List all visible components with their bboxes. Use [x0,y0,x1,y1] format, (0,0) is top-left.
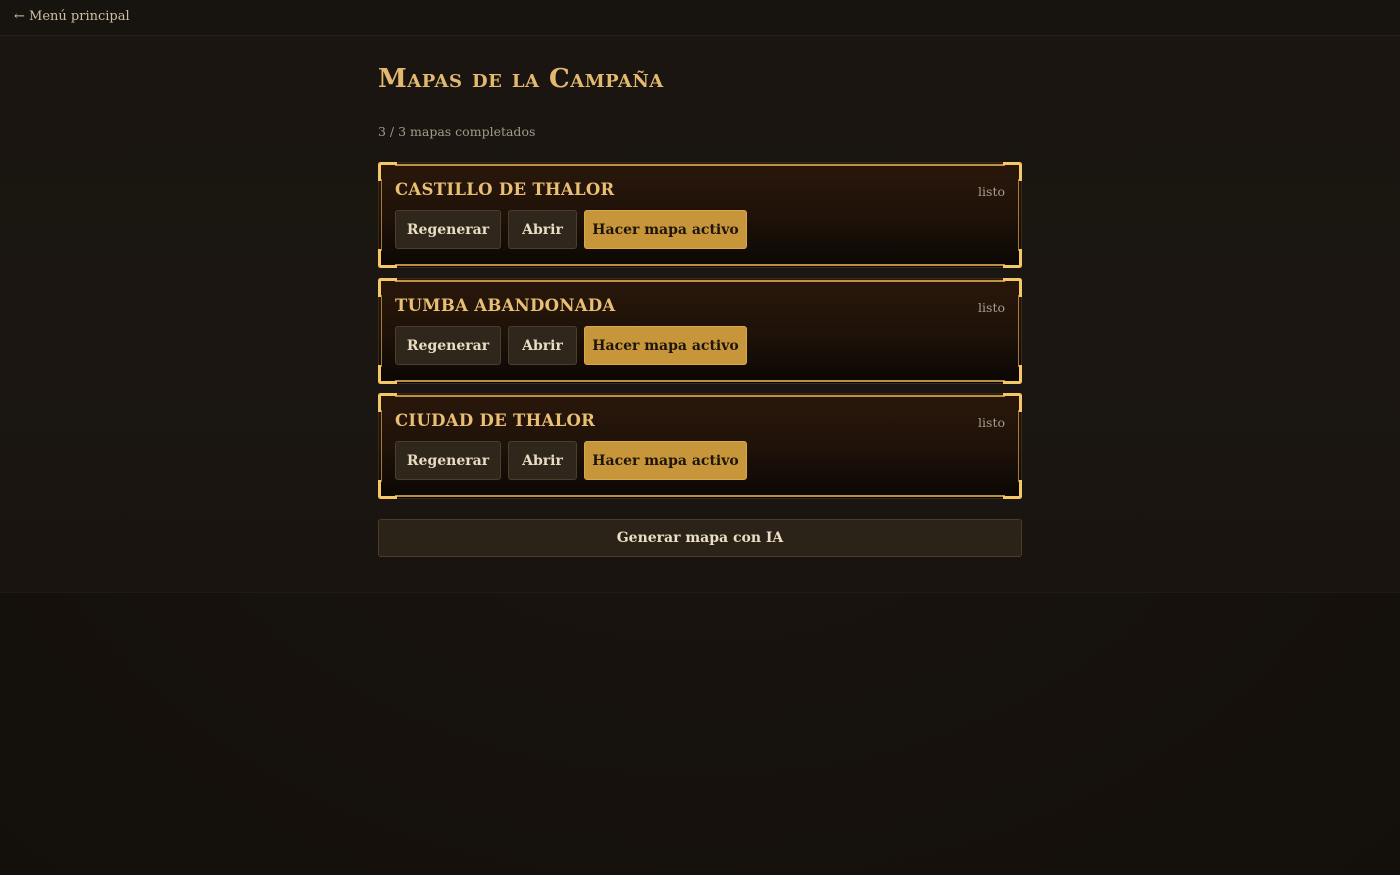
card-frame-right [1018,295,1019,367]
corner-ornament [378,162,397,181]
card-frame-bottom [395,380,1005,382]
open-button[interactable]: Abrir [508,441,577,480]
make-active-map-button[interactable]: Hacer mapa activo [584,441,747,480]
generate-map-with-ai-button[interactable]: Generar mapa con IA [378,519,1022,557]
corner-ornament [1003,162,1022,181]
corner-ornament [378,365,397,384]
card-frame-top [395,395,1005,397]
open-button[interactable]: Abrir [508,326,577,365]
main-panel: Mapas de la Campaña 3 / 3 mapas completa… [0,36,1400,593]
card-frame-bottom [395,264,1005,266]
card-frame-right [1018,410,1019,482]
map-name: TUMBA ABANDONADA [395,296,616,315]
card-frame-left [381,179,382,251]
map-status: listo [978,300,1005,315]
top-bar: ← Menú principal [0,0,1400,36]
corner-ornament [1003,393,1022,412]
corner-ornament [1003,278,1022,297]
map-card: TUMBA ABANDONADA listo Regenerar Abrir H… [378,278,1022,384]
page-title: Mapas de la Campaña [378,64,664,94]
card-frame-top [395,164,1005,166]
map-name: CASTILLO DE THALOR [395,180,615,199]
card-frame-left [381,410,382,482]
map-status: listo [978,415,1005,430]
completion-progress: 3 / 3 mapas completados [378,124,536,139]
map-name: CIUDAD DE THALOR [395,411,596,430]
corner-ornament [378,249,397,268]
make-active-map-button[interactable]: Hacer mapa activo [584,326,747,365]
card-frame-top [395,280,1005,282]
corner-ornament [378,480,397,499]
regenerate-button[interactable]: Regenerar [395,441,501,480]
make-active-map-button[interactable]: Hacer mapa activo [584,210,747,249]
map-card: CIUDAD DE THALOR listo Regenerar Abrir H… [378,393,1022,499]
corner-ornament [378,393,397,412]
corner-ornament [378,278,397,297]
open-button[interactable]: Abrir [508,210,577,249]
card-frame-left [381,295,382,367]
card-frame-bottom [395,495,1005,497]
campaign-maps-page: ← Menú principal Mapas de la Campaña 3 /… [0,0,1400,875]
corner-ornament [1003,365,1022,384]
corner-ornament [1003,480,1022,499]
map-card: CASTILLO DE THALOR listo Regenerar Abrir… [378,162,1022,268]
back-to-main-menu-link[interactable]: ← Menú principal [14,9,130,24]
regenerate-button[interactable]: Regenerar [395,326,501,365]
map-status: listo [978,184,1005,199]
regenerate-button[interactable]: Regenerar [395,210,501,249]
corner-ornament [1003,249,1022,268]
card-frame-right [1018,179,1019,251]
